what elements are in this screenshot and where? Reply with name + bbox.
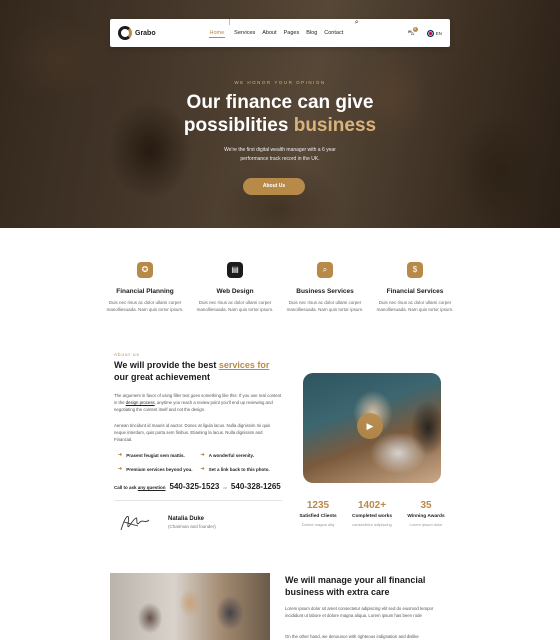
feature-card[interactable]: ⌕ Business Services Duis nec risus ac do… (284, 262, 366, 313)
stat-value: 35 (420, 500, 432, 511)
stat-item: 1235 Satisfied Clients Dolore magna aliq (292, 500, 344, 527)
stat-label: Winning Awards (407, 514, 445, 519)
about-kicker: About us (114, 352, 140, 357)
about-paragraph-1: The argument in favor of using filler te… (114, 392, 282, 413)
feature-text: Duis nec risus ac dolor ullami corper ma… (106, 300, 184, 312)
arrow-icon: ➜ (200, 466, 205, 472)
feature-title: Business Services (296, 288, 354, 295)
list-item: ➜ Set a link back to this photo. (201, 466, 284, 472)
feature-card[interactable]: $ Financial Services Duis nec risus ac d… (374, 262, 456, 313)
hero-subtitle: We're the first digital wealth manager w… (224, 147, 336, 162)
hero-section: Grabo Home Services About Pages Blog Con… (0, 0, 560, 228)
tie-icon: ✪ (137, 262, 153, 278)
phone-number-1[interactable]: 540-325-1523 (170, 482, 220, 491)
check-label: Premium services beyond you. (126, 466, 193, 472)
about-title-link[interactable]: services for (219, 360, 270, 370)
uk-flag-icon (426, 29, 434, 37)
or-label: or (223, 485, 227, 490)
about-title: We will provide the best services for ou… (114, 360, 284, 383)
call-label: Call to ask any question (114, 485, 166, 490)
search-icon[interactable]: ⌕ (355, 19, 359, 47)
stat-item: 1402+ Completed works consectetur adipis… (346, 500, 398, 527)
list-item: ➜ Prasent feugiat sem mattis. (118, 452, 201, 458)
arrow-icon: ➜ (200, 452, 205, 458)
stat-sub: Lorem ipsum dolor (409, 522, 443, 527)
feature-text: Duis nec risus ac dolor ullami corper ma… (376, 300, 454, 312)
page: Grabo Home Services About Pages Blog Con… (0, 0, 560, 640)
hero-title: Our finance can give possiblities busine… (0, 91, 560, 137)
feature-card[interactable]: ▤ Web Design Duis nec risus ac dolor ull… (194, 262, 276, 313)
nav-link-pages[interactable]: Pages (280, 19, 303, 47)
check-label: Set a link back to this photo. (208, 466, 270, 472)
stat-label: Satisfied Clients (299, 514, 337, 519)
manage-paragraph-2: On the other hand, we denounce with righ… (285, 634, 419, 639)
call-row: Call to ask any question 540-325-1523 or… (114, 482, 281, 491)
logo[interactable]: Grabo (118, 26, 204, 40)
nav-link-about[interactable]: About (259, 19, 280, 47)
check-label: A wonderful serenity. (208, 452, 254, 458)
nav-link-blog[interactable]: Blog (303, 19, 321, 47)
nav-link-services[interactable]: Services (231, 19, 259, 47)
feature-title: Financial Planning (116, 288, 174, 295)
about-title-pre: We will provide the best (114, 360, 219, 370)
feature-title: Web Design (216, 288, 254, 295)
nav-links: Home Services About Pages Blog Contact ⌕ (204, 19, 408, 47)
nav-separator (228, 19, 230, 25)
signature-image (120, 515, 150, 531)
call-label-pre: Call to ask (114, 485, 138, 490)
stats-row: 1235 Satisfied Clients Dolore magna aliq… (292, 500, 452, 527)
about-title-post: our great achievement (114, 371, 211, 382)
cart-count-badge: 0 (412, 26, 418, 32)
arrow-icon: ➜ (118, 452, 123, 458)
design-process-link[interactable]: design process (126, 400, 155, 405)
stat-label: Completed works (352, 514, 392, 519)
arrow-icon: ➜ (118, 466, 123, 472)
language-label: EN (435, 30, 442, 36)
manage-title: We will manage your all financial busine… (285, 575, 426, 597)
stat-value: 1235 (306, 500, 330, 511)
team-photo (110, 573, 270, 640)
money-bag-icon: $ (407, 262, 423, 278)
signature-name: Natalia Duke (168, 516, 205, 522)
logo-icon (118, 26, 132, 40)
about-us-button[interactable]: About Us (243, 178, 305, 195)
hero-title-accent: business (293, 115, 377, 136)
search-icon: ⌕ (317, 262, 333, 278)
cart-icon[interactable]: ⛍ 0 (408, 26, 418, 38)
list-item: ➜ A wonderful serenity. (201, 452, 284, 458)
nav-link-home[interactable]: Home (206, 19, 228, 47)
features-section: ✪ Financial Planning Duis nec risus ac d… (104, 262, 456, 313)
hero-kicker: WE HONOR YOUR OPINION (234, 80, 326, 85)
check-label: Prasent feugiat sem mattis. (126, 452, 185, 458)
checklist: ➜ Prasent feugiat sem mattis. ➜ A wonderfu… (118, 452, 283, 472)
phone-number-2[interactable]: 540-328-1265 (231, 482, 281, 491)
feature-card[interactable]: ✪ Financial Planning Duis nec risus ac d… (104, 262, 186, 313)
stat-value: 1402+ (357, 500, 387, 511)
manage-paragraph-1: Lorem ipsum dolor sit amet consectetur a… (285, 606, 434, 618)
signature-role: (Chairman and founder) (168, 524, 216, 529)
hero-title-plain: possiblities (183, 115, 294, 136)
divider (114, 500, 282, 501)
stat-sub: consectetur adipiscing (352, 522, 392, 527)
logo-text: Grabo (135, 29, 156, 37)
chart-icon: ▤ (227, 262, 243, 278)
meeting-video-thumbnail[interactable]: ▶ (303, 373, 441, 483)
stat-item: 35 Winning Awards Lorem ipsum dolor (400, 500, 452, 527)
hero-title-line2: possiblities business (0, 114, 560, 137)
hero-title-line1: Our finance can give (186, 92, 374, 113)
any-question-link[interactable]: any question (138, 485, 166, 490)
nav-link-contact[interactable]: Contact (321, 19, 347, 47)
play-icon[interactable]: ▶ (357, 413, 383, 439)
stat-sub: Dolore magna aliq (301, 522, 335, 527)
about-paragraph-2: Aenean tincidunt id mauris id auctor. Do… (114, 423, 271, 442)
list-item: ➜ Premium services beyond you. (118, 466, 201, 472)
feature-title: Financial Services (386, 288, 444, 295)
navbar: Grabo Home Services About Pages Blog Con… (110, 19, 450, 47)
feature-text: Duis nec risus ac dolor ullami corper ma… (196, 300, 274, 312)
language-selector[interactable]: EN (426, 29, 442, 37)
feature-text: Duis nec risus ac dolor ullami corper ma… (286, 300, 364, 312)
